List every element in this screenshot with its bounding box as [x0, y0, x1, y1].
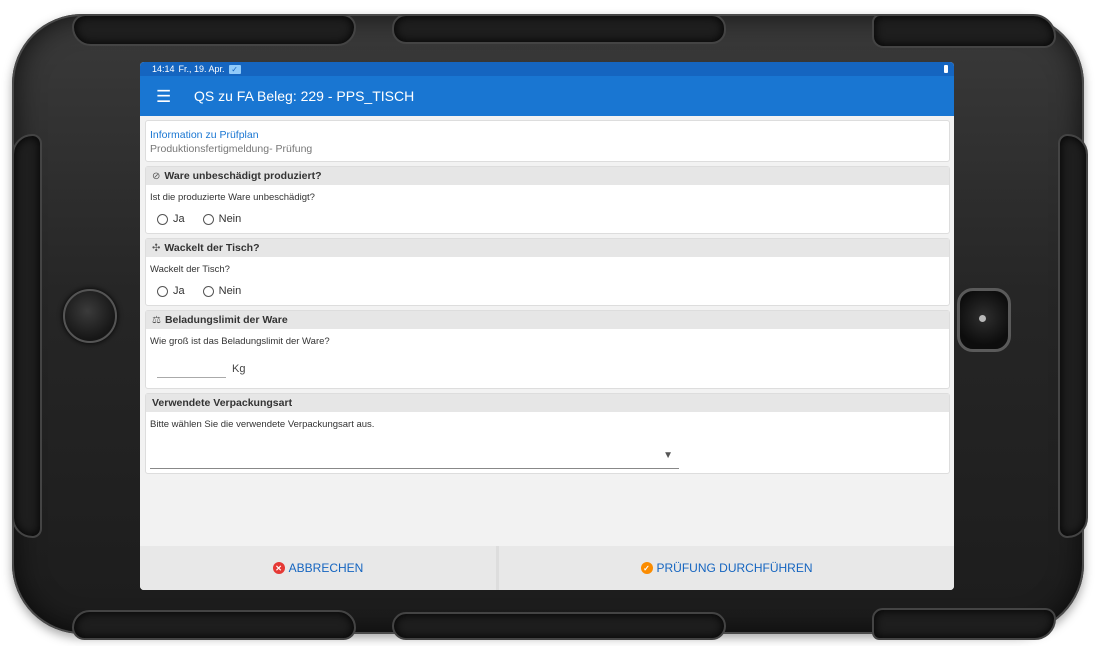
section-header: ⚖ Beladungslimit der Ware — [146, 311, 949, 329]
dropdown-arrow-icon[interactable]: ▼ — [663, 450, 673, 461]
form-content: Information zu Prüfplan Produktionsferti… — [140, 116, 954, 550]
case-bumper-top-left — [72, 14, 356, 46]
question-text: Wie groß ist das Beladungslimit der Ware… — [150, 336, 330, 347]
question-text: Ist die produzierte Ware unbeschädigt? — [150, 192, 315, 203]
unit-label: Kg — [232, 363, 246, 375]
case-bumper-bottom-right — [872, 608, 1056, 640]
status-date: Fr., 19. Apr. — [178, 64, 225, 74]
case-bumper-bottom-middle — [392, 612, 726, 640]
camera-icon — [957, 288, 1011, 352]
section-header: Verwendete Verpackungsart — [146, 394, 949, 412]
notification-check-icon: ✓ — [228, 64, 241, 74]
arrows-icon: ✣ — [152, 242, 161, 254]
camera-lens — [979, 315, 986, 322]
section-title: Verwendete Verpackungsart — [152, 397, 293, 409]
cancel-icon: ✕ — [272, 562, 285, 574]
load-limit-input[interactable] — [157, 357, 226, 378]
radio-label: Ja — [173, 285, 185, 297]
case-bumper-top-middle — [392, 14, 726, 44]
packaging-select[interactable]: ▼ — [150, 436, 679, 469]
status-bar: 14:14 Fr., 19. Apr. ✓ — [140, 62, 954, 76]
cancel-label: ABBRECHEN — [288, 561, 364, 575]
case-bumper-top-right — [872, 14, 1056, 48]
radio-ja[interactable]: Ja — [157, 285, 185, 297]
app-bar: ☰ QS zu FA Beleg: 229 - PPS_TISCH — [140, 76, 954, 116]
question-text: Bitte wählen Sie die verwendete Verpacku… — [150, 419, 375, 430]
check-icon: ✓ — [640, 562, 653, 574]
info-subtitle: Produktionsfertigmeldung- Prüfung — [150, 143, 313, 155]
ban-icon: ⊘ — [152, 170, 161, 182]
section-title: Ware unbeschädigt produziert? — [164, 170, 322, 182]
section-header: ✣ Wackelt der Tisch? — [146, 239, 949, 257]
section-header: ⊘ Ware unbeschädigt produziert? — [146, 167, 949, 185]
tablet-screen: 14:14 Fr., 19. Apr. ✓ ☰ QS zu FA Beleg: … — [140, 62, 954, 590]
status-time: 14:14 — [152, 64, 175, 74]
run-check-button[interactable]: ✓ PRÜFUNG DURCHFÜHREN — [499, 546, 954, 590]
question-text: Wackelt der Tisch? — [150, 264, 230, 275]
radio-label: Ja — [173, 213, 185, 225]
info-card: Information zu Prüfplan Produktionsferti… — [145, 120, 950, 162]
radio-circle-icon[interactable] — [157, 213, 168, 225]
section-title: Beladungslimit der Ware — [164, 314, 288, 326]
case-bumper-right — [1058, 134, 1088, 538]
section-card-wobble: ✣ Wackelt der Tisch? Wackelt der Tisch? … — [145, 238, 950, 306]
section-card-packaging: Verwendete Verpackungsart Bitte wählen S… — [145, 393, 950, 474]
section-title: Wackelt der Tisch? — [164, 242, 260, 254]
radio-group-wobble: Ja Nein — [146, 281, 949, 305]
section-card-load-limit: ⚖ Beladungslimit der Ware Wie groß ist d… — [145, 310, 950, 389]
scale-icon: ⚖ — [152, 314, 161, 326]
radio-nein[interactable]: Nein — [202, 213, 242, 225]
page-title: QS zu FA Beleg: 229 - PPS_TISCH — [194, 88, 415, 104]
radio-circle-icon[interactable] — [157, 285, 168, 297]
info-title: Information zu Prüfplan — [150, 129, 259, 141]
radio-ja[interactable]: Ja — [157, 213, 185, 225]
case-bumper-bottom-left — [72, 610, 356, 640]
action-bar: ✕ ABBRECHEN ✓ PRÜFUNG DURCHFÜHREN — [140, 546, 954, 590]
home-button[interactable] — [63, 289, 117, 343]
hamburger-menu-icon[interactable]: ☰ — [156, 88, 176, 105]
radio-label: Nein — [218, 213, 242, 225]
radio-group-damage: Ja Nein — [146, 209, 949, 233]
radio-label: Nein — [218, 285, 242, 297]
load-limit-row: Kg — [146, 353, 949, 388]
radio-circle-icon[interactable] — [202, 285, 214, 297]
case-bumper-left — [12, 134, 42, 538]
section-card-damage: ⊘ Ware unbeschädigt produziert? Ist die … — [145, 166, 950, 234]
battery-icon — [944, 65, 948, 73]
radio-circle-icon[interactable] — [202, 213, 214, 225]
run-label: PRÜFUNG DURCHFÜHREN — [656, 561, 813, 575]
radio-nein[interactable]: Nein — [202, 285, 242, 297]
cancel-button[interactable]: ✕ ABBRECHEN — [140, 546, 496, 590]
